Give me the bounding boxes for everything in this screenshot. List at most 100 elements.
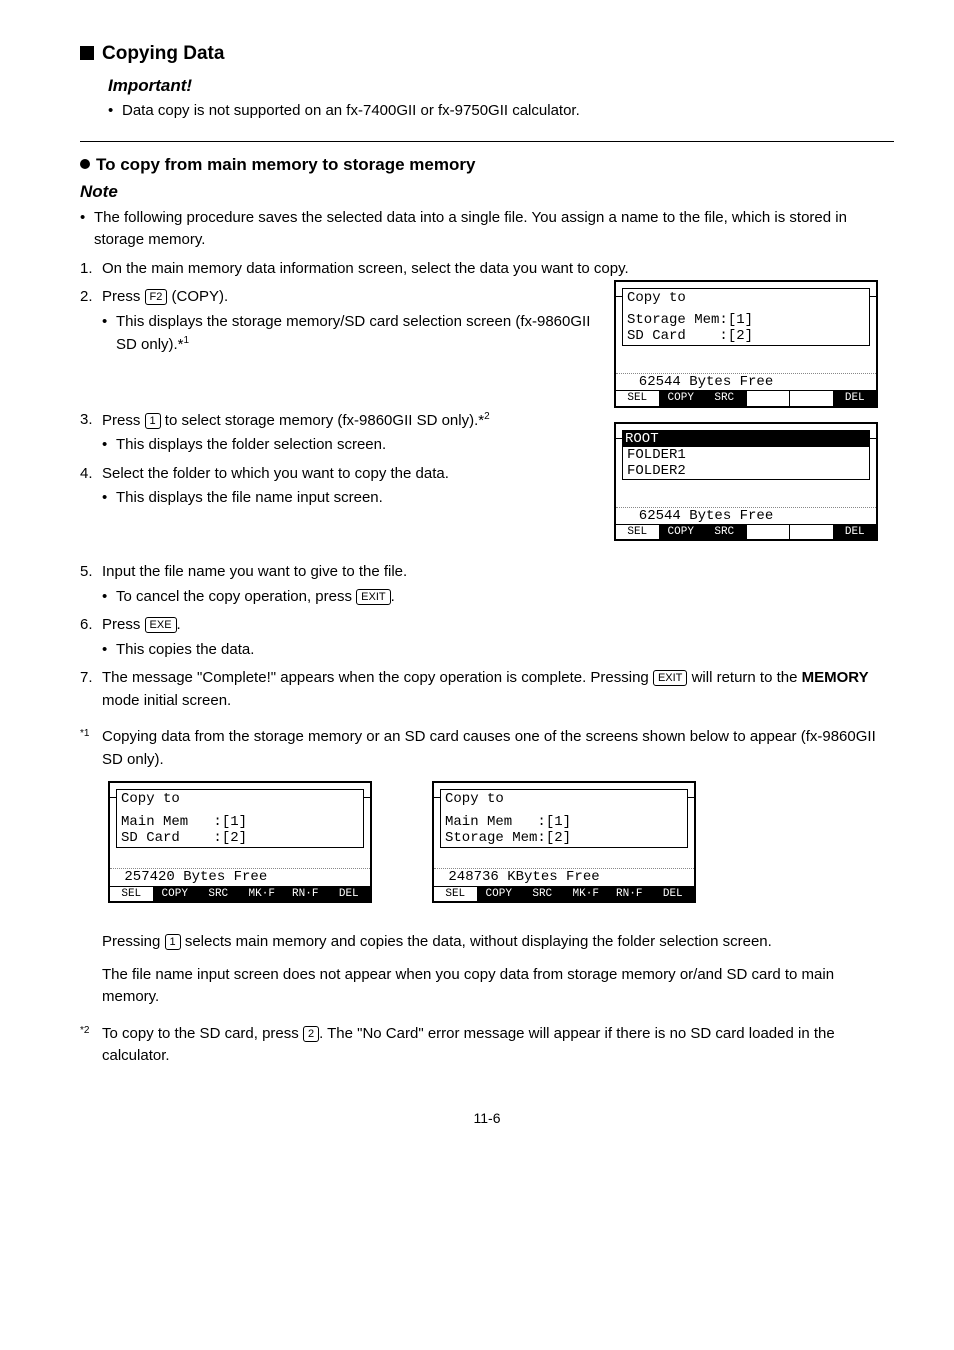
key-exit: EXIT	[653, 670, 687, 686]
subheading-text: To copy from main memory to storage memo…	[96, 155, 475, 174]
lcd-dialog: Copy to Main Mem :[1] SD Card :[2]	[116, 789, 364, 847]
bullet-dot: •	[102, 487, 116, 510]
step-7-c: mode initial screen.	[102, 692, 231, 709]
softkey: SRC	[521, 887, 565, 902]
step-3: 3. Press 1 to select storage memory (fx-…	[80, 409, 594, 433]
lcd-line: Main Mem :[1]	[445, 814, 683, 830]
softkey: RN·F	[284, 887, 328, 902]
step-5-sub-b: .	[391, 588, 395, 605]
step-7-b: will return to the	[687, 669, 801, 686]
softkey: DEL	[834, 525, 877, 540]
step-6-b: .	[177, 616, 181, 633]
key-exe: EXE	[145, 617, 177, 633]
softkey: DEL	[328, 887, 371, 902]
important-text: Data copy is not supported on an fx-7400…	[122, 100, 580, 123]
step-4-sub-text: This displays the file name input screen…	[116, 487, 383, 510]
softkey-empty	[747, 525, 791, 540]
softkey: MK·F	[565, 887, 609, 902]
step-4: 4. Select the folder to which you want t…	[80, 463, 594, 486]
lcd-status: 62544 Bytes Free	[616, 373, 876, 390]
step-number: 2.	[80, 286, 102, 309]
step-number: 5.	[80, 561, 102, 584]
step-3-sup: 2	[484, 411, 490, 422]
lcd-screen-copy-to-storage: Copy to Storage Mem:[1] SD Card :[2] 625…	[614, 280, 878, 408]
step-2-sub: • This displays the storage memory/SD ca…	[102, 311, 594, 357]
lcd-dialog: ROOT FOLDER1 FOLDER2	[622, 430, 870, 480]
important-bullet: • Data copy is not supported on an fx-74…	[108, 100, 894, 123]
lcd-dialog: Copy to Main Mem :[1] Storage Mem:[2]	[440, 789, 688, 847]
softkey: COPY	[154, 887, 198, 902]
step-5-text: Input the file name you want to give to …	[102, 561, 894, 584]
key-f2: F2	[145, 289, 168, 305]
note-label: Note	[80, 179, 894, 205]
step-3-text-b: to select storage memory (fx-9860GII SD …	[161, 412, 484, 429]
footnote-1-text: Copying data from the storage memory or …	[102, 726, 894, 771]
step-3-sub-text: This displays the folder selection scree…	[116, 434, 386, 457]
softkey: SEL	[110, 887, 154, 902]
footnote-mark: *1	[80, 726, 102, 771]
step-number: 7.	[80, 667, 102, 712]
softkey: SRC	[703, 525, 747, 540]
bullet-dot: •	[102, 639, 116, 662]
lcd-title: Copy to	[627, 290, 865, 306]
softkey: COPY	[478, 887, 522, 902]
key-exit: EXIT	[356, 589, 390, 605]
lcd-title: Copy to	[445, 791, 683, 807]
fn1-p1-a: Pressing	[102, 933, 165, 950]
footnote-1: *1 Copying data from the storage memory …	[80, 726, 894, 771]
step-6-a: Press	[102, 616, 145, 633]
bullet-dot: •	[102, 311, 116, 357]
square-bullet-icon	[80, 46, 94, 60]
lcd-line: FOLDER2	[627, 463, 865, 479]
softkey-empty	[790, 391, 834, 406]
softkey: SEL	[434, 887, 478, 902]
lcd-softkeys: SEL COPY SRC MK·F RN·F DEL	[434, 886, 694, 902]
step-7-bold: MEMORY	[802, 669, 869, 686]
fn2-a: To copy to the SD card, press	[102, 1025, 303, 1042]
note-bullet: • The following procedure saves the sele…	[80, 207, 894, 252]
lcd-title: Copy to	[121, 791, 359, 807]
lcd-status: 257420 Bytes Free	[110, 868, 370, 885]
footnote-1-para-1: Pressing 1 selects main memory and copie…	[102, 931, 894, 954]
lcd-root-line: ROOT	[623, 431, 869, 447]
lcd-line: SD Card :[2]	[121, 830, 359, 846]
dot-icon	[80, 159, 90, 169]
softkey-empty	[747, 391, 791, 406]
step-6: 6. Press EXE.	[80, 614, 894, 637]
bullet-dot: •	[108, 100, 122, 123]
step-7-a: The message "Complete!" appears when the…	[102, 669, 653, 686]
key-2: 2	[303, 1026, 319, 1042]
step-7: 7. The message "Complete!" appears when …	[80, 667, 894, 712]
step-5-sub-a: To cancel the copy operation, press	[116, 588, 356, 605]
lcd-status: 248736 KBytes Free	[434, 868, 694, 885]
bullet-dot: •	[102, 434, 116, 457]
heading-text: Copying Data	[102, 43, 224, 64]
lcd-line: SD Card :[2]	[627, 328, 865, 344]
softkey: DEL	[834, 391, 877, 406]
step-2-sub-text: This displays the storage memory/SD card…	[116, 313, 590, 354]
lcd-line: FOLDER1	[627, 447, 865, 463]
step-3-sub: • This displays the folder selection scr…	[102, 434, 594, 457]
bullet-dot: •	[80, 207, 94, 252]
section-heading: Copying Data	[80, 40, 894, 69]
page-number: 11-6	[80, 1108, 894, 1129]
footnote-1-para-2: The file name input screen does not appe…	[102, 964, 894, 1009]
key-1: 1	[145, 413, 161, 429]
step-1: 1. On the main memory data information s…	[80, 258, 894, 281]
softkey: COPY	[660, 391, 704, 406]
step-number: 4.	[80, 463, 102, 486]
softkey: COPY	[660, 525, 704, 540]
step-2: 2. Press F2 (COPY).	[80, 286, 594, 309]
lcd-dialog: Copy to Storage Mem:[1] SD Card :[2]	[622, 288, 870, 346]
lcd-line: Storage Mem:[2]	[445, 830, 683, 846]
horizontal-rule	[80, 141, 894, 142]
lcd-screen-sd-copy: Copy to Main Mem :[1] Storage Mem:[2] 24…	[432, 781, 696, 903]
step-1-text: On the main memory data information scre…	[102, 258, 894, 281]
softkey: DEL	[652, 887, 695, 902]
footnote-2: *2 To copy to the SD card, press 2. The …	[80, 1023, 894, 1068]
softkey: MK·F	[241, 887, 285, 902]
step-4-text: Select the folder to which you want to c…	[102, 463, 594, 486]
lcd-screen-folder-select: ROOT FOLDER1 FOLDER2 62544 Bytes Free SE…	[614, 422, 878, 542]
step-2-sup: 1	[184, 335, 190, 346]
subheading: To copy from main memory to storage memo…	[80, 152, 894, 178]
